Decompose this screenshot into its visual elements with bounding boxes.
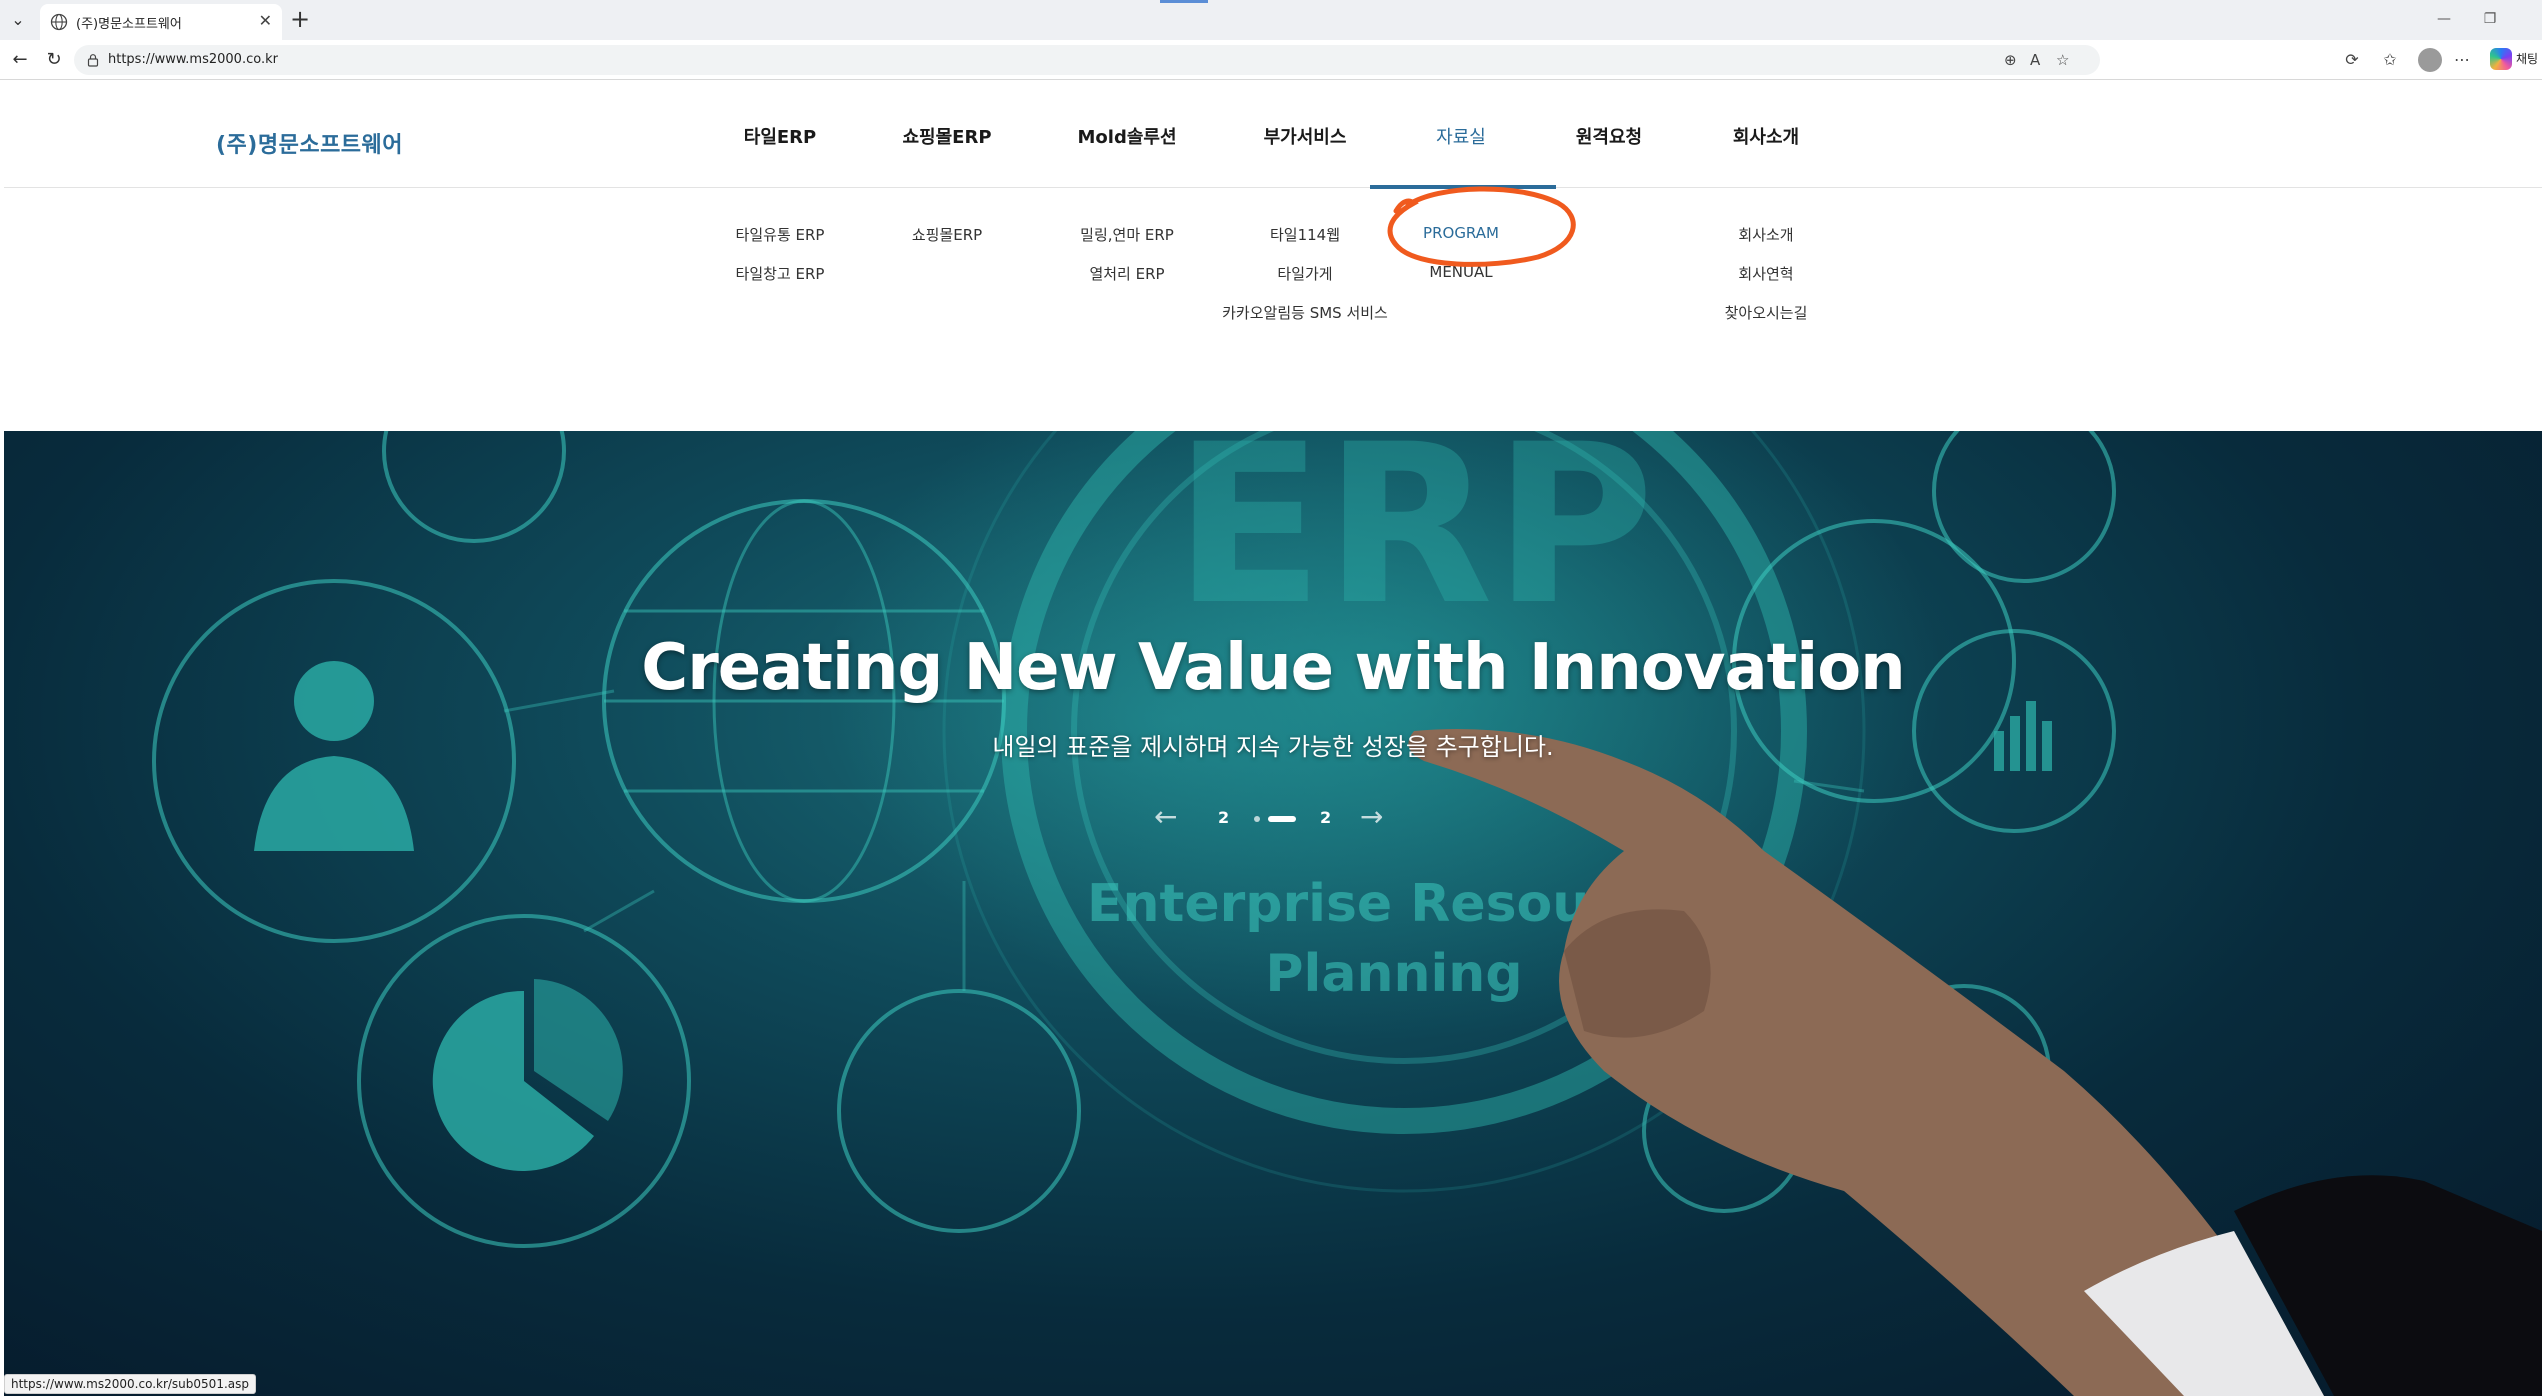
submenu-company-history[interactable]: 회사연혁 <box>1738 263 1793 284</box>
header-divider <box>4 187 2542 188</box>
more-menu-icon[interactable]: ⋯ <box>2450 48 2474 72</box>
submenu-milling-erp[interactable]: 밀링,연마 ERP <box>1080 224 1174 245</box>
favorite-star-icon[interactable]: ☆ <box>2056 51 2069 69</box>
minimize-icon[interactable]: — <box>2424 6 2464 32</box>
hero-background-graphic: ERP Enterprise Resource Planning <box>152 431 2542 1396</box>
nav-remote-request[interactable]: 원격요청 <box>1576 123 1642 149</box>
link-status-bar: https://www.ms2000.co.kr/sub0501.asp <box>4 1374 256 1394</box>
submenu-tile-store[interactable]: 타일가게 <box>1277 263 1332 284</box>
slide-current-number: 2 <box>1218 808 1230 827</box>
slider-controls: ← 2 2 → <box>1154 803 1394 833</box>
submenu-tile114-web[interactable]: 타일114웹 <box>1270 224 1340 245</box>
tab-actions-menu-icon[interactable]: ⌄ <box>4 6 32 34</box>
extensions-icon[interactable]: ⟳ <box>2340 48 2364 72</box>
back-arrow-icon[interactable]: ← <box>8 48 32 72</box>
browser-tab[interactable]: (주)명문소프트웨어 ✕ <box>40 4 282 40</box>
lock-icon[interactable] <box>86 53 100 67</box>
submenu-sms-service[interactable]: 카카오알림등 SMS 서비스 <box>1222 302 1388 323</box>
slide-dot[interactable] <box>1254 816 1260 822</box>
main-navigation: 타일ERP 쇼핑몰ERP Mold솔루션 부가서비스 자료실 원격요청 회사소개 <box>4 123 2542 153</box>
globe-icon <box>50 13 68 31</box>
favorites-icon[interactable]: ✩ <box>2378 48 2402 72</box>
refresh-icon[interactable]: ↻ <box>42 48 66 72</box>
annotation-circle <box>1387 186 1576 267</box>
nav-company[interactable]: 회사소개 <box>1733 123 1799 149</box>
nav-extra-services[interactable]: 부가서비스 <box>1264 123 1347 149</box>
copilot-label[interactable]: 채팅 <box>2516 50 2538 67</box>
submenu-heat-treatment-erp[interactable]: 열처리 ERP <box>1089 263 1164 284</box>
next-slide-arrow-icon[interactable]: → <box>1360 803 1383 831</box>
tab-title: (주)명문소프트웨어 <box>76 17 182 32</box>
erp-caption-line2: Planning <box>1265 944 1522 1004</box>
submenu-directions[interactable]: 찾아오시는길 <box>1725 302 1808 323</box>
address-bar[interactable]: https://www.ms2000.co.kr ⊕ A ☆ <box>74 45 2100 75</box>
hero-subtitle: 내일의 표준을 제시하며 지속 가능한 성장을 추구합니다. <box>992 733 1554 761</box>
profile-avatar[interactable] <box>2418 48 2442 72</box>
url-text[interactable]: https://www.ms2000.co.kr <box>108 52 278 67</box>
nav-shopping-erp[interactable]: 쇼핑몰ERP <box>902 123 991 149</box>
restore-icon[interactable]: ❐ <box>2470 6 2510 32</box>
read-aloud-icon[interactable]: A <box>2030 51 2040 69</box>
browser-tab-bar: ⌄ (주)명문소프트웨어 ✕ + — ❐ <box>0 0 2542 40</box>
nav-tile-erp[interactable]: 타일ERP <box>744 123 816 149</box>
new-tab-button[interactable]: + <box>286 6 314 34</box>
nav-library[interactable]: 자료실 <box>1436 123 1486 149</box>
nav-mold-solution[interactable]: Mold솔루션 <box>1077 123 1176 149</box>
submenu-tile-distribution-erp[interactable]: 타일유통 ERP <box>736 224 825 245</box>
website-viewport: (주)명문소프트웨어 타일ERP 쇼핑몰ERP Mold솔루션 부가서비스 자료… <box>4 81 2542 1396</box>
prev-slide-arrow-icon[interactable]: ← <box>1154 803 1177 831</box>
slide-dot-active[interactable] <box>1268 816 1296 822</box>
slide-total-number: 2 <box>1320 808 1332 827</box>
copilot-icon[interactable] <box>2490 48 2512 70</box>
submenu-shopping-erp[interactable]: 쇼핑몰ERP <box>912 224 982 245</box>
hero-banner: ERP Enterprise Resource Planning Creatin… <box>4 431 2542 1396</box>
address-toolbar: ← ↻ https://www.ms2000.co.kr ⊕ A ☆ ⟳ ✩ ⋯ <box>0 40 2542 80</box>
erp-watermark: ERP <box>1174 431 1655 653</box>
close-tab-icon[interactable]: ✕ <box>259 11 272 30</box>
tab-drag-indicator <box>1160 0 1208 3</box>
zoom-icon[interactable]: ⊕ <box>2004 51 2017 69</box>
hero-title: Creating New Value with Innovation <box>641 631 1905 705</box>
submenu-company-intro[interactable]: 회사소개 <box>1738 224 1793 245</box>
submenu-tile-warehouse-erp[interactable]: 타일창고 ERP <box>736 263 825 284</box>
